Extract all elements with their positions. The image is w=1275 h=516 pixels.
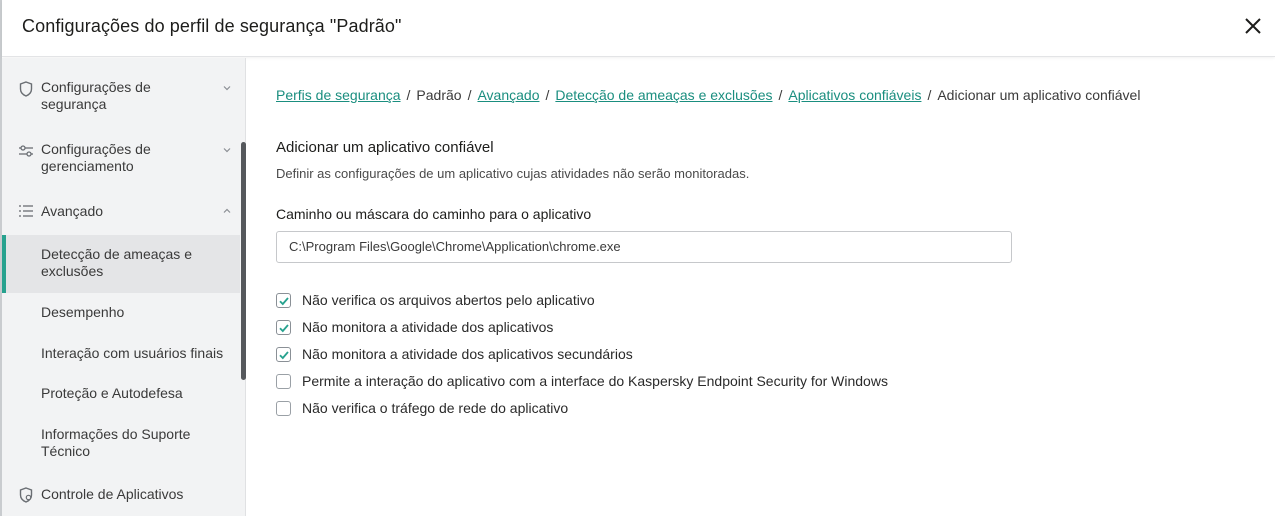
chevron-down-icon xyxy=(223,86,231,91)
breadcrumb-link-trusted-apps[interactable]: Aplicativos confiáveis xyxy=(788,87,921,103)
sidebar-item-management-settings[interactable]: Configurações de gerenciamento xyxy=(2,120,240,182)
app-control-icon xyxy=(19,487,33,503)
sidebar-item-label: Proteção e Autodefesa xyxy=(41,385,183,401)
sidebar-item-label: Avançado xyxy=(41,203,104,219)
breadcrumb-link-threat-detection[interactable]: Detecção de ameaças e exclusões xyxy=(555,87,772,103)
checkbox-checked[interactable] xyxy=(276,347,291,362)
sidebar: Configurações de segurança Configurações… xyxy=(2,58,246,516)
option-label: Não verifica os arquivos abertos pelo ap… xyxy=(302,292,595,308)
checkbox-unchecked[interactable] xyxy=(276,401,291,416)
sidebar-item-threat-detection[interactable]: Detecção de ameaças e exclusões xyxy=(2,235,240,293)
close-icon xyxy=(1245,18,1261,34)
checkbox-unchecked[interactable] xyxy=(276,374,291,389)
sidebar-item-label: Interação com usuários finais xyxy=(41,345,224,361)
shield-icon xyxy=(19,81,33,97)
sidebar-item-label: gerenciamento xyxy=(41,158,134,174)
checkmark-icon xyxy=(279,297,289,306)
checkbox-checked[interactable] xyxy=(276,320,291,335)
sidebar-item-label: Detecção de ameaças e xyxy=(41,246,192,262)
checkmark-icon xyxy=(279,324,289,333)
list-icon xyxy=(19,205,33,217)
sidebar-item-label: Configurações de xyxy=(41,141,151,157)
sidebar-item-label: Desempenho xyxy=(41,304,125,320)
sidebar-item-label: Controle de Aplicativos xyxy=(41,486,184,502)
breadcrumb: Perfis de segurança / Padrão / Avançado / Dete… xyxy=(276,87,1140,103)
sidebar-item-support-info[interactable]: Informações do Suporte Técnico xyxy=(2,413,240,475)
path-input[interactable]: C:\Program Files\Google\Chrome\Applicati… xyxy=(276,231,1012,263)
sidebar-item-app-control[interactable]: Controle de Aplicativos xyxy=(2,475,240,516)
checkbox-checked[interactable] xyxy=(276,293,291,308)
dialog-header: Configurações do perfil de segurança "Pa… xyxy=(2,0,1275,57)
sidebar-item-label: Configurações de xyxy=(41,79,151,95)
breadcrumb-separator: / xyxy=(927,87,932,103)
close-button[interactable] xyxy=(1241,14,1265,38)
sidebar-item-performance[interactable]: Desempenho xyxy=(2,293,240,333)
chevron-up-icon xyxy=(223,208,231,213)
breadcrumb-link-security-profiles[interactable]: Perfis de segurança xyxy=(276,87,401,103)
option-label: Não verifica o tráfego de rede do aplica… xyxy=(302,400,569,416)
sidebar-item-label: segurança xyxy=(41,96,107,112)
sidebar-item-label: Técnico xyxy=(41,443,91,459)
selected-indicator xyxy=(2,235,6,293)
chevron-down-icon xyxy=(223,148,231,153)
option-label: Não monitora a atividade dos aplicativos… xyxy=(302,346,633,362)
sidebar-item-label: exclusões xyxy=(41,263,104,279)
section-description: Definir as configurações de um aplicativ… xyxy=(276,166,750,181)
sidebar-item-user-interaction[interactable]: Interação com usuários finais xyxy=(2,333,240,373)
settings-window: Configurações do perfil de segurança "Pa… xyxy=(0,0,1275,516)
breadcrumb-current-profile: Padrão xyxy=(416,87,462,103)
sliders-icon xyxy=(19,145,33,157)
option-label: Não monitora a atividade dos aplicativos xyxy=(302,319,554,335)
breadcrumb-separator: / xyxy=(545,87,550,103)
breadcrumb-separator: / xyxy=(406,87,411,103)
breadcrumb-current-page: Adicionar um aplicativo confiável xyxy=(937,87,1141,103)
main-content: Perfis de segurança / Padrão / Avançado / Dete… xyxy=(246,58,1275,516)
sidebar-item-label: Informações do Suporte xyxy=(41,426,191,442)
section-title: Adicionar um aplicativo confiável xyxy=(276,139,494,156)
sidebar-item-security-settings[interactable]: Configurações de segurança xyxy=(2,58,240,120)
breadcrumb-separator: / xyxy=(467,87,472,103)
breadcrumb-link-advanced[interactable]: Avançado xyxy=(477,87,539,103)
path-field-label: Caminho ou máscara do caminho para o apl… xyxy=(276,206,592,222)
checkmark-icon xyxy=(279,351,289,360)
dialog-title: Configurações do perfil de segurança "Pa… xyxy=(22,16,402,36)
breadcrumb-separator: / xyxy=(778,87,783,103)
sidebar-item-advanced[interactable]: Avançado xyxy=(2,182,240,235)
option-label: Permite a interação do aplicativo com a … xyxy=(302,373,888,389)
sidebar-item-self-defense[interactable]: Proteção e Autodefesa xyxy=(2,373,240,413)
